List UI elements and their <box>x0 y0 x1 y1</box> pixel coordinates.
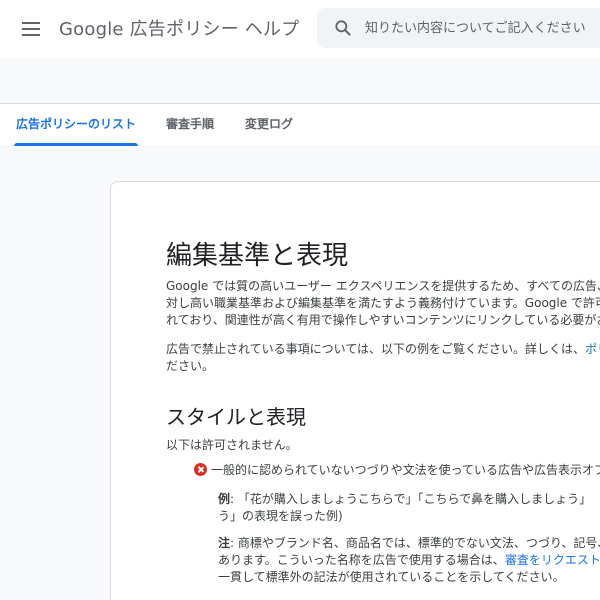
tab-bar: 広告ポリシーのリスト 審査手順 変更ログ <box>0 103 600 146</box>
section-intro: 以下は許可されません。 <box>166 438 298 452</box>
policy-link[interactable]: ポリ <box>585 342 600 356</box>
hamburger-icon-bar <box>22 34 40 36</box>
tab-change-log[interactable]: 変更ログ <box>245 104 293 145</box>
example-text: : 「花が購入しましょうこちらで」「こちらで鼻を購入しましょう」 <box>230 492 592 506</box>
intro-line: れており、関連性が高く有用で操作しやすいコンテンツにリンクしている必要がお <box>166 313 600 327</box>
top-app-bar: Google 広告ポリシー ヘルプ <box>0 0 600 58</box>
intro-line: 対し高い職業基準および編集基準を満たすよう義務付けています。Google で許可 <box>166 296 600 310</box>
note-block: 注: 商標やブランド名、商品名では、標準的でない文法、つづり、記号、 あります。… <box>218 535 600 586</box>
example-line: 例: 「花が購入しましょうこちらで」「こちらで鼻を購入しましょう」 <box>218 491 600 508</box>
tab-policy-list[interactable]: 広告ポリシーのリスト <box>13 104 139 146</box>
note-line3: 一貫して標準外の記法が使用されていることを示してください。 <box>218 570 565 584</box>
section-title: スタイルと表現 <box>166 405 306 429</box>
note-label: 注 <box>218 536 231 550</box>
prohibited-note-text: 広告で禁止されている事項については、以下の例をご覧ください。詳しくは、 <box>166 342 586 356</box>
note-line: 注: 商標やブランド名、商品名では、標準的でない文法、つづり、記号、 <box>218 535 600 552</box>
note-text: あります。こういった名称を広告で使用する場合は、 <box>218 553 505 567</box>
search-box[interactable] <box>317 8 600 48</box>
main-menu-button[interactable] <box>18 16 44 42</box>
prohibited-note-line2: ださい。 <box>166 359 215 373</box>
example-line2: う」の表現を誤った例) <box>218 509 343 523</box>
help-page: Google 広告ポリシー ヘルプ 広告ポリシーのリスト 審査手順 変更ログ 編… <box>0 0 600 600</box>
request-review-link[interactable]: 審査をリクエスト <box>505 553 600 567</box>
prohibited-item-text: 一般的に認められていないつづりや文法を使っている広告や広告表示オプ <box>211 463 600 477</box>
article-card: 編集基準と表現 Google では質の高いユーザー エクスペリエンスを提供するた… <box>110 181 600 600</box>
hamburger-icon-bar <box>22 28 40 30</box>
note-line2: あります。こういった名称を広告で使用する場合は、審査をリクエスト <box>218 552 600 569</box>
note-text: : 商標やブランド名、商品名では、標準的でない文法、つづり、記号、 <box>230 536 600 550</box>
intro-line: Google では質の高いユーザー エクスペリエンスを提供するため、すべての広告… <box>166 279 600 293</box>
example-label: 例 <box>218 492 231 506</box>
search-input[interactable] <box>365 8 600 48</box>
tab-review-process[interactable]: 審査手順 <box>166 104 214 145</box>
prohibited-x-icon <box>194 463 207 476</box>
intro-paragraph: Google では質の高いユーザー エクスペリエンスを提供するため、すべての広告… <box>166 278 600 329</box>
example-block: 例: 「花が購入しましょうこちらで」「こちらで鼻を購入しましょう」 う」の表現を… <box>218 491 600 525</box>
prohibited-note-line: 広告で禁止されている事項については、以下の例をご覧ください。詳しくは、ポリ <box>166 341 600 358</box>
article-title: 編集基準と表現 <box>166 241 349 271</box>
hamburger-icon-bar <box>22 22 40 24</box>
prohibited-note-paragraph: 広告で禁止されている事項については、以下の例をご覧ください。詳しくは、ポリ ださ… <box>166 341 600 375</box>
product-title[interactable]: Google 広告ポリシー ヘルプ <box>59 15 299 41</box>
search-icon[interactable] <box>333 18 353 38</box>
